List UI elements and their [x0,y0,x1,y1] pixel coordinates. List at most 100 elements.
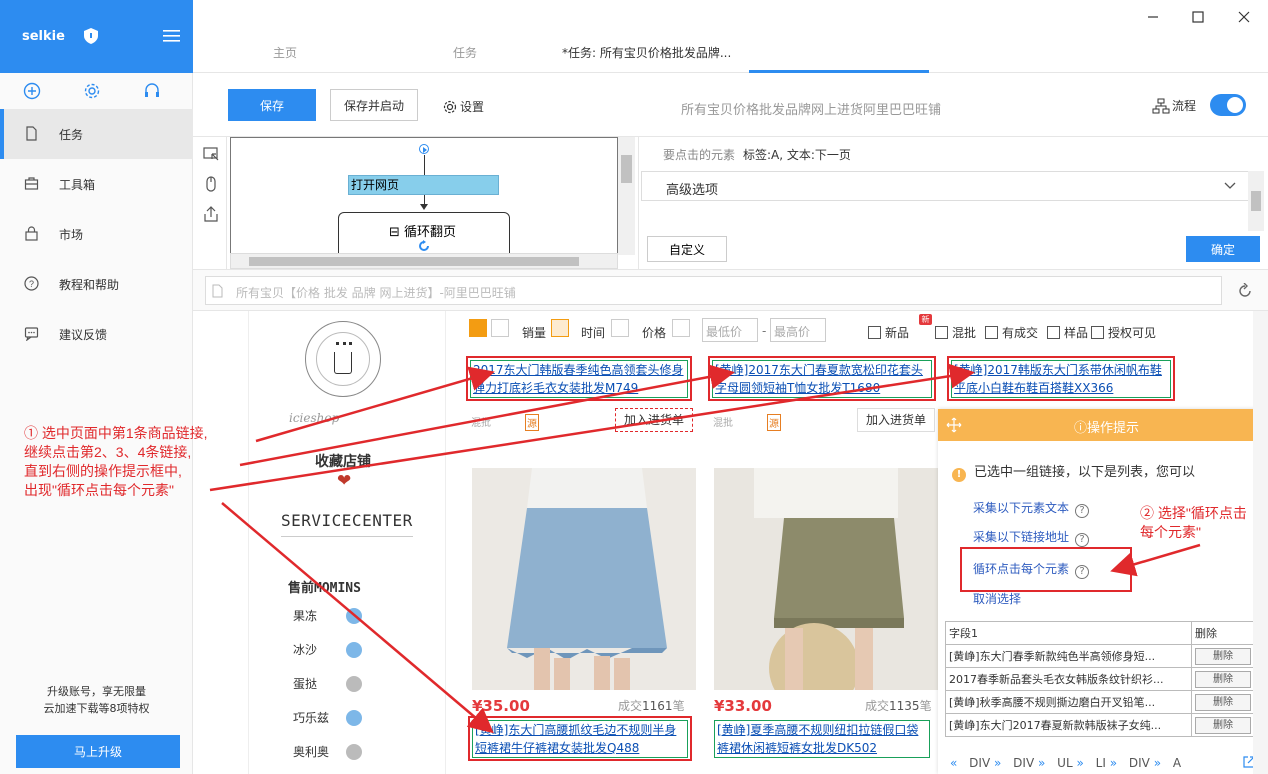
element-select-icon[interactable] [202,145,220,163]
sidebar-item-tasks[interactable]: 任务 [0,109,193,159]
tip-header[interactable]: ⓘ操作提示 [938,409,1268,441]
heart-icon[interactable]: ❤ [337,471,351,491]
filter-sample-checkbox[interactable]: 样品 [1047,324,1088,341]
filter-new-checkbox[interactable]: 新品 [868,324,909,341]
chat-agent-icon[interactable] [346,676,362,692]
path-node[interactable]: DIV [969,756,990,770]
flow-horizontal-scrollbar[interactable] [230,253,618,269]
minimize-icon[interactable] [1145,9,1161,25]
export-icon[interactable] [202,205,220,223]
settings-button[interactable]: 设置 [443,98,484,115]
properties-panel: 要点击的元素 标签:A, 文本:下一页 高级选项 自定义 确定 [638,137,1268,269]
upgrade-button[interactable]: 马上升级 [16,735,180,768]
sidebar-item-label: 市场 [59,228,84,242]
product-image[interactable] [714,468,938,690]
add-icon[interactable] [23,82,41,100]
gear-icon[interactable] [83,82,101,100]
save-button[interactable]: 保存 [228,89,316,121]
start-node-icon[interactable] [419,144,429,154]
scroll-thumb[interactable] [1251,191,1261,211]
tab-tasks[interactable]: 任务 [453,44,477,61]
loop-pagination-node[interactable]: ⊟ 循环翻页 [338,212,510,254]
app-window: selkie 任务 工具箱 市场 ? 教程和帮助 建议反馈 升级账号，享无限量 … [0,0,1268,774]
max-price-input[interactable]: 最高价 [770,318,826,342]
cancel-selection-option[interactable]: 取消选择 [973,590,1021,607]
path-nav[interactable]: « [950,756,957,770]
sort-time-label[interactable]: 时间 [581,324,605,341]
chat-agent-icon[interactable] [346,642,362,658]
path-node[interactable]: DIV [1129,756,1150,770]
deal-count: 成交1135笔 [865,699,932,713]
custom-button[interactable]: 自定义 [647,236,727,262]
sidebar-item-help[interactable]: ? 教程和帮助 [0,259,193,309]
flow-toggle-switch[interactable] [1210,94,1246,116]
path-node[interactable]: A [1173,756,1181,770]
sort-sales-label[interactable]: 销量 [522,324,546,341]
sort-price-label[interactable]: 价格 [642,324,666,341]
page-scrollbar[interactable] [1253,311,1268,774]
sidebar-item-toolbox[interactable]: 工具箱 [0,159,193,209]
shield-icon[interactable] [84,28,98,44]
tip-title-text: 操作提示 [1087,421,1140,436]
refresh-icon[interactable] [1237,283,1253,299]
collapse-icon[interactable]: ⊟ [389,225,404,240]
delete-row-button[interactable]: 删除 [1195,693,1251,711]
collect-text-option[interactable]: 采集以下元素文本? [973,499,1090,518]
filter-authorized-checkbox[interactable]: 授权可见 [1091,324,1156,341]
close-icon[interactable] [1236,9,1252,25]
path-node[interactable]: UL [1057,756,1072,770]
delete-row-button[interactable]: 删除 [1195,670,1251,688]
flow-vertical-scrollbar[interactable] [618,137,635,255]
scroll-thumb[interactable] [249,257,579,266]
loop-icon [419,240,429,251]
maximize-icon[interactable] [1190,9,1206,25]
collect-link-option[interactable]: 采集以下链接地址? [973,528,1090,547]
sidebar-item-label: 工具箱 [59,178,96,192]
agent-name: 冰沙 [293,643,318,657]
flow-toggle-label[interactable]: 流程 [1152,97,1196,114]
sort-up-icon[interactable] [672,319,690,337]
list-view-icon[interactable] [491,319,509,337]
path-node[interactable]: LI [1096,756,1106,770]
sidebar-item-feedback[interactable]: 建议反馈 [0,309,193,359]
chat-agent-icon[interactable] [346,710,362,726]
sort-down-icon[interactable] [551,319,569,337]
move-icon[interactable] [946,417,962,433]
favorite-shop-link[interactable]: 收藏店铺 [315,451,371,471]
sidebar-item-label: 任务 [59,128,84,142]
menu-icon[interactable] [163,29,180,43]
grid-view-icon[interactable] [469,319,487,337]
chat-agent-icon[interactable] [346,744,362,760]
sort-down-icon[interactable] [611,319,629,337]
sidebar-item-market[interactable]: 市场 [0,209,193,259]
delete-row-button[interactable]: 删除 [1195,647,1251,665]
advanced-options-dropdown[interactable]: 高级选项 [641,171,1249,201]
url-input[interactable]: 所有宝贝【价格 批发 品牌 网上进货】-阿里巴巴旺铺 [205,276,1222,305]
toolbox-icon [24,177,39,190]
scroll-thumb[interactable] [621,155,632,183]
add-to-cart-button[interactable]: 加入进货单 [857,408,935,432]
save-and-run-button[interactable]: 保存并启动 [330,89,418,121]
min-price-input[interactable]: 最低价 [702,318,758,342]
tab-current-task[interactable]: *任务: 所有宝贝价格批发品牌... [562,44,731,61]
flowchart-icon [1152,98,1170,114]
path-node[interactable]: DIV [1013,756,1034,770]
chat-agent-icon[interactable] [346,608,362,624]
add-to-cart-button[interactable]: 加入进货单 [615,408,693,432]
product-image[interactable] [472,468,696,690]
filter-deal-checkbox[interactable]: 有成交 [985,324,1038,341]
help-icon[interactable]: ? [1075,533,1090,547]
mouse-icon[interactable] [202,175,220,193]
product-link[interactable]: [黄峥]夏季高腰不规则纽扣拉链假口袋裤裙休闲裤短裤女批发DK502 [714,720,930,758]
open-page-node[interactable]: 打开网页 [348,175,499,195]
flow-canvas[interactable]: 打开网页 ⊟ 循环翻页 [230,137,618,255]
filter-mixed-checkbox[interactable]: 混批 [935,324,976,341]
table-cell: 2017春季新品套头毛衣女韩版条纹针织衫... [945,667,1192,691]
flow-connector [424,155,425,175]
help-icon[interactable]: ? [1075,504,1090,518]
tab-home[interactable]: 主页 [273,44,297,61]
confirm-button[interactable]: 确定 [1186,236,1260,262]
delete-row-button[interactable]: 删除 [1195,716,1251,734]
headset-icon[interactable] [143,82,161,100]
panel-scrollbar[interactable] [1248,171,1264,231]
